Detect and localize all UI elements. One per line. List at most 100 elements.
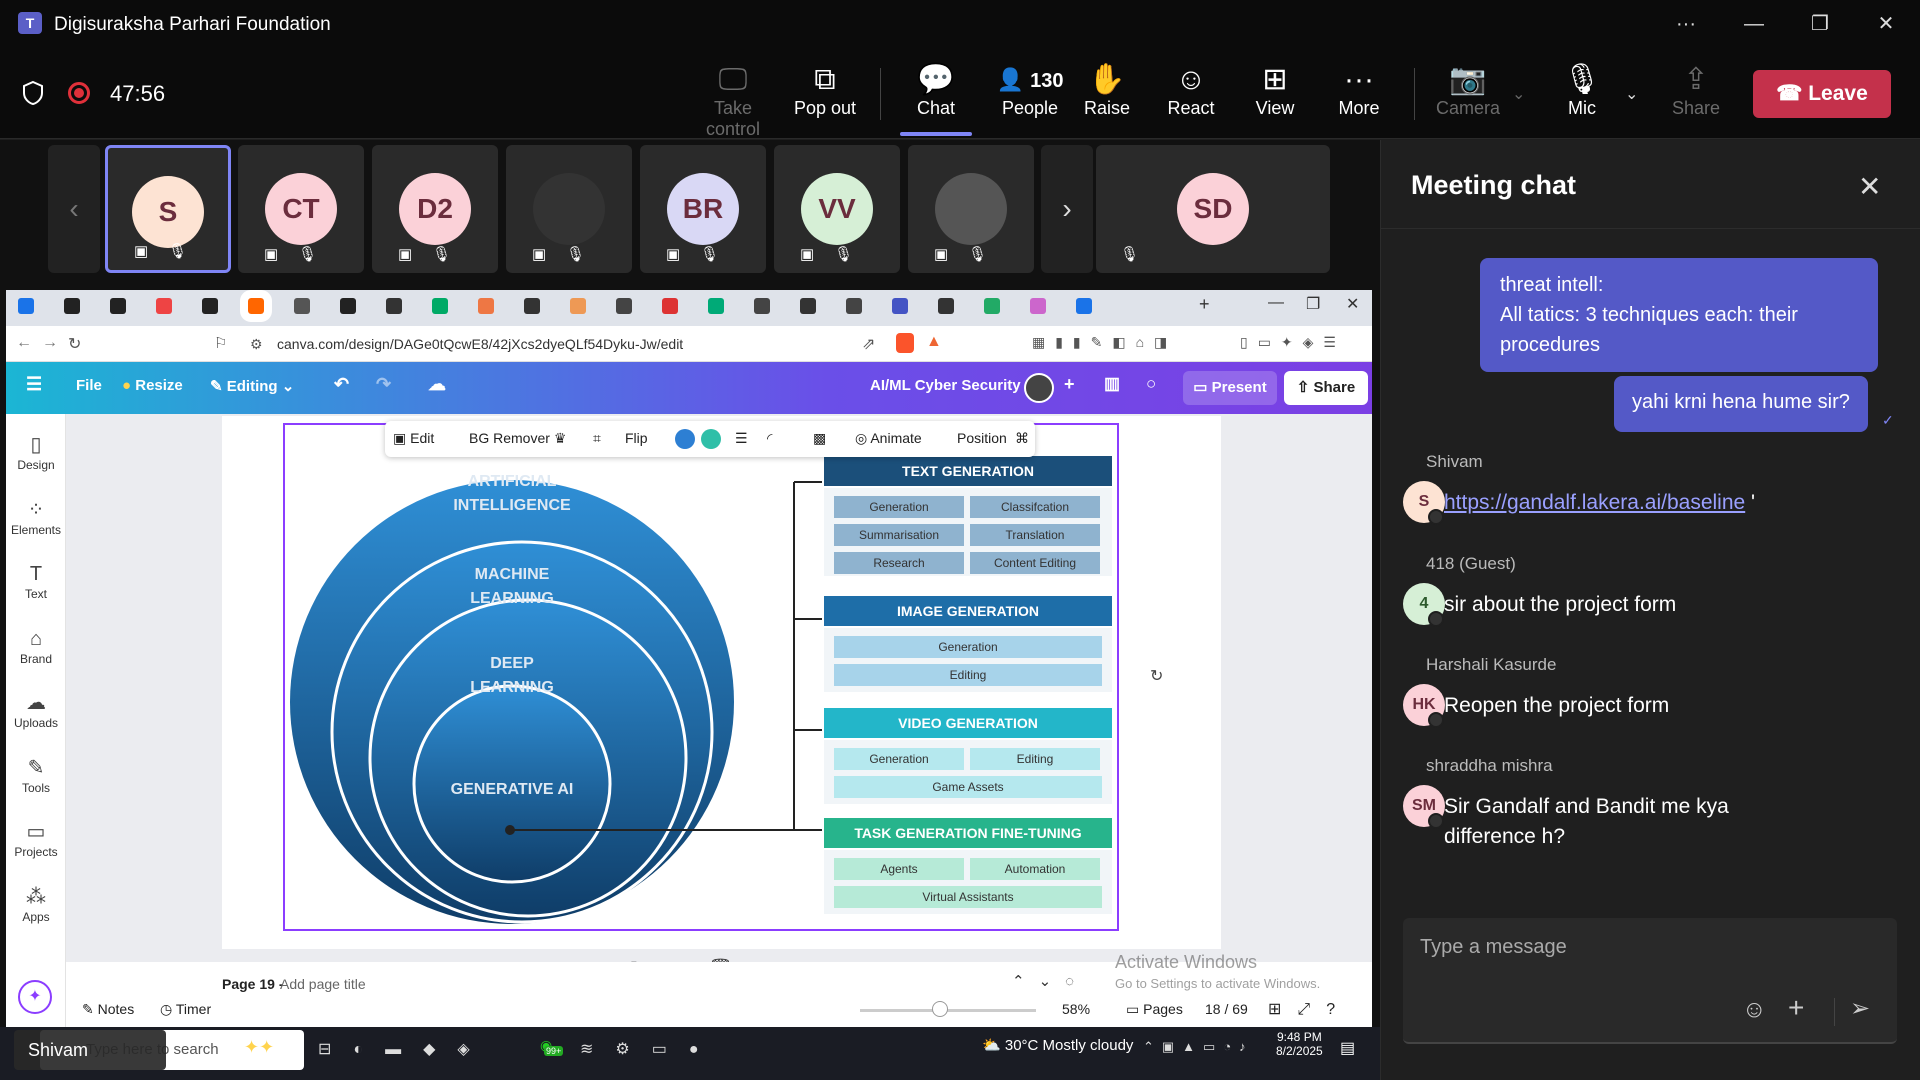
mic-options-chevron-icon[interactable]: ⌄ [1625,84,1638,104]
minimize-button[interactable]: — [1734,10,1774,38]
browser-tab-icon[interactable] [294,298,310,314]
view-button[interactable]: ⊞ View [1230,62,1320,119]
taskbar-clock[interactable]: 9:48 PM 8/2/2025 [1276,1030,1323,1058]
browser-tab-icon[interactable] [340,298,356,314]
browser-tab-icon[interactable] [240,290,272,322]
browser-tab-icon[interactable] [110,298,126,314]
editing-mode-dropdown[interactable]: ✎ Editing ⌄ [210,377,294,395]
notes-button[interactable]: ✎ Notes [82,1001,134,1018]
browser-tab-icon[interactable] [800,298,816,314]
message-text[interactable]: https://gandalf.lakera.ai/baseline ' [1444,488,1764,518]
page-nav-icons[interactable]: ⌃⌄◌ [1012,972,1088,990]
weather-widget[interactable]: ⛅ 30°C Mostly cloudy [982,1036,1133,1054]
leave-button[interactable]: ☎ Leave [1753,70,1891,118]
browser-restore-icon[interactable]: ❐ [1306,294,1320,314]
forward-icon[interactable]: → [42,334,58,352]
paint-format-icon[interactable]: ⌘ [1015,430,1029,447]
browser-tab-icon[interactable] [984,298,1000,314]
collaborator-avatar[interactable] [1024,373,1054,403]
browser-tab-icon[interactable] [938,298,954,314]
resize-button[interactable]: ● Resize [122,377,183,394]
browser-tab-icon[interactable] [1030,298,1046,314]
browser-tab-icon[interactable] [478,298,494,314]
participant-tile[interactable]: D2 ▣ 🎙 [372,145,498,273]
browser-tab-icon[interactable] [1076,298,1092,314]
sidebar-item-tools[interactable]: ✎ Tools [6,755,66,795]
attach-icon[interactable]: + [1788,992,1804,1024]
back-icon[interactable]: ← [16,334,32,352]
rotate-handle-icon[interactable]: ↻ [1150,666,1163,686]
participant-tile[interactable]: CT ▣ 🎙 [238,145,364,273]
browser-toolbar-icons[interactable]: ▯▭✦◈☰ [1240,334,1346,351]
message-link[interactable]: https://gandalf.lakera.ai/baseline [1444,491,1745,514]
browser-tab-icon[interactable] [202,298,218,314]
take-control-button[interactable]: 🖵 Take control [688,62,778,140]
brave-rewards-icon[interactable]: ▲ [926,333,942,351]
extension-icons[interactable]: ▦▮▮✎◧⌂◨ [1032,334,1177,351]
browser-tab-icon[interactable] [616,298,632,314]
canva-share-button[interactable]: ⇧ Share [1284,371,1368,405]
cloud-save-icon[interactable]: ☁ [428,374,446,395]
more-button[interactable]: ··· More [1314,62,1404,119]
participant-tile[interactable]: BR ▣ 🎙 [640,145,766,273]
own-message[interactable]: yahi krni hena hume sir? [1614,376,1868,432]
message-text[interactable]: Reopen the project form [1444,691,1764,721]
sidebar-item-text[interactable]: T Text [6,561,66,601]
browser-tab-icon[interactable] [64,298,80,314]
taskbar-app-icons[interactable]: ⊟◐▬◆◈ [318,1039,492,1059]
message-text[interactable]: Sir Gandalf and Bandit me kya difference… [1444,792,1764,852]
insights-icon[interactable]: ▥ [1104,374,1120,394]
animate-button[interactable]: ◎ Animate [855,430,922,447]
participant-tile[interactable]: ▣ 🎙 [506,145,632,273]
reload-icon[interactable]: ↻ [68,334,81,354]
selection-frame[interactable] [283,423,1119,931]
browser-tab-icon[interactable] [156,298,172,314]
position-button[interactable]: Position [957,430,1007,446]
participant-tile[interactable]: VV ▣ 🎙 [774,145,900,273]
camera-options-chevron-icon[interactable]: ⌄ [1512,84,1525,104]
sidebar-item-projects[interactable]: ▭ Projects [6,819,66,859]
react-button[interactable]: ☺ React [1146,62,1236,119]
corner-rounding-icon[interactable]: ◜ [767,430,772,447]
own-message[interactable]: threat intell: All tatics: 3 techniques … [1480,258,1878,372]
view-mode-icons[interactable]: ⊞⤢? [1268,999,1351,1019]
browser-close-icon[interactable]: ✕ [1346,294,1359,314]
zoom-level[interactable]: 58% [1062,1001,1090,1017]
close-chat-icon[interactable]: ✕ [1858,170,1881,203]
emoji-icon[interactable]: ☺ [1742,996,1767,1024]
mic-button[interactable]: 🎙 Mic [1537,62,1627,119]
transparency-icon[interactable]: ▩ [813,430,826,447]
comment-icon[interactable]: ○ [1146,374,1156,394]
timer-button[interactable]: ◷ Timer [160,1001,211,1018]
color-swatch-teal[interactable] [701,429,721,449]
browser-tab-icon[interactable] [524,298,540,314]
browser-tab-icon[interactable] [18,298,34,314]
edit-image-button[interactable]: ▣ Edit [393,430,434,447]
new-tab-icon[interactable]: + [1199,294,1210,315]
message-input[interactable]: Type a message [1420,936,1567,959]
restore-button[interactable]: ❐ [1800,10,1840,38]
share-button[interactable]: ⇪ Share [1651,62,1741,119]
participant-tile[interactable]: SD 🎙 [1096,145,1330,273]
present-button[interactable]: ▭ Present [1183,371,1277,405]
more-options-icon[interactable]: ··· [1666,10,1706,38]
browser-tab-icon[interactable] [708,298,724,314]
raise-hand-button[interactable]: ✋ Raise [1062,62,1152,119]
chat-button[interactable]: 💬 Chat [891,62,981,119]
zoom-slider[interactable] [860,1009,1036,1012]
sidebar-item-apps[interactable]: ⁂ Apps [6,884,66,924]
browser-minimize-icon[interactable]: — [1268,294,1284,312]
redo-icon[interactable]: ↷ [376,374,391,395]
menu-icon[interactable]: ☰ [26,374,42,395]
border-style-icon[interactable]: ☰ [735,430,748,447]
url-field[interactable]: canva.com/design/DAGe0tQcwE8/42jXcs2dyeQ… [277,336,683,352]
send-icon[interactable]: ➢ [1850,994,1870,1023]
sidebar-item-design[interactable]: ▯ Design [6,432,66,472]
brave-shield-icon[interactable] [896,333,914,353]
crop-icon[interactable]: ⌗ [593,430,601,447]
message-text[interactable]: sir about the project form [1444,590,1764,620]
notifications-icon[interactable]: ▤ [1340,1038,1355,1058]
close-window-button[interactable]: ✕ [1866,10,1906,38]
prev-participants-button[interactable]: ‹ [48,145,100,273]
magic-icon[interactable]: ✦ [18,980,52,1014]
